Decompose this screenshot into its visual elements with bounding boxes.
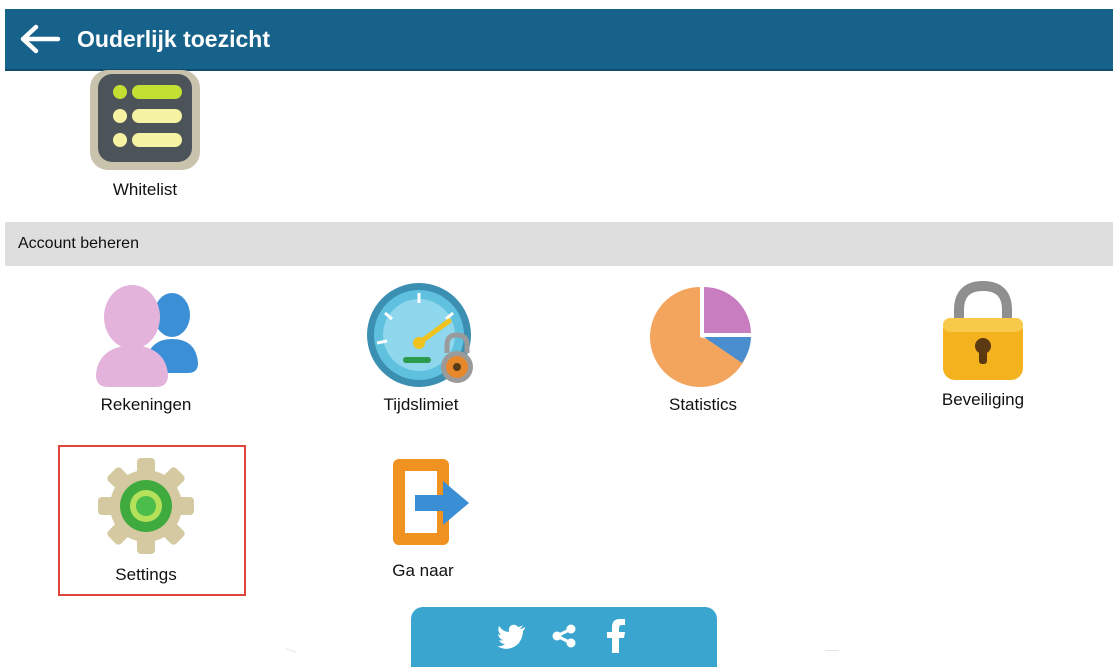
statistics-tile[interactable]: Statistics: [640, 283, 766, 415]
share-icon: [552, 624, 576, 648]
share-button[interactable]: [547, 619, 581, 653]
back-button[interactable]: [5, 9, 75, 69]
rekeningen-tile[interactable]: Rekeningen: [85, 283, 207, 415]
tile-label: Tijdslimiet: [383, 395, 459, 414]
section-label: Account beheren: [18, 235, 139, 252]
padlock-icon: [943, 280, 1023, 380]
divider: [285, 647, 297, 654]
tile-label: Rekeningen: [100, 395, 192, 414]
facebook-icon: [607, 619, 625, 653]
speedometer-lock-icon: [367, 283, 473, 387]
list-icon: [90, 70, 200, 170]
tile-label: Settings: [115, 565, 177, 584]
exit-arrow-icon: [393, 459, 469, 545]
divider: [825, 650, 839, 651]
title-bar: Ouderlijk toezicht: [5, 9, 1113, 71]
section-header: Account beheren: [5, 222, 1113, 266]
share-bar: [411, 607, 717, 667]
page-title: Ouderlijk toezicht: [77, 25, 270, 52]
ga-naar-tile[interactable]: Ga naar: [362, 455, 484, 581]
users-icon: [96, 285, 198, 387]
arrow-left-icon: [20, 24, 61, 54]
tile-label: Ga naar: [392, 561, 454, 580]
tijdslimiet-tile[interactable]: Tijdslimiet: [360, 283, 482, 415]
pie-chart-icon: [650, 287, 751, 387]
twitter-icon: [497, 624, 525, 649]
beveiliging-tile[interactable]: Beveiliging: [922, 280, 1044, 410]
whitelist-tile[interactable]: Whitelist: [85, 70, 205, 200]
tile-label: Statistics: [668, 395, 738, 414]
tile-label: Beveiliging: [941, 390, 1025, 409]
twitter-button[interactable]: [495, 619, 529, 653]
tile-label: Whitelist: [112, 180, 178, 199]
facebook-button[interactable]: [599, 619, 633, 653]
settings-tile[interactable]: Settings: [85, 457, 207, 585]
gear-icon: [98, 458, 194, 554]
